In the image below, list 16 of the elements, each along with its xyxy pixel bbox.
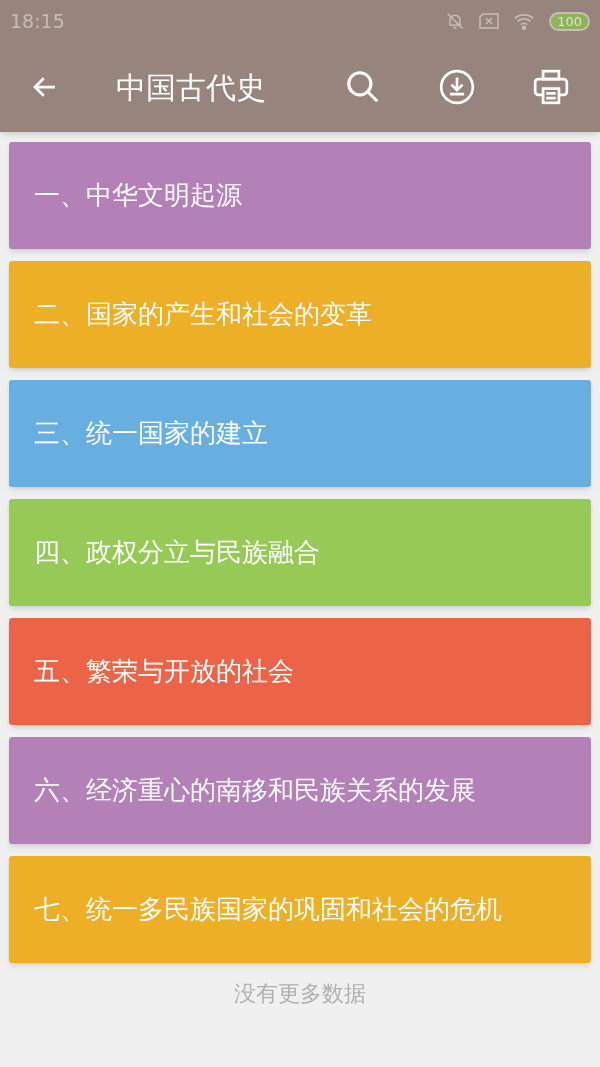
battery-indicator: 100: [549, 11, 590, 31]
chapter-card[interactable]: 二、国家的产生和社会的变革: [9, 261, 591, 368]
chapter-card[interactable]: 七、统一多民族国家的巩固和社会的危机: [9, 856, 591, 963]
no-more-data-text: 没有更多数据: [234, 980, 366, 1008]
chapter-card[interactable]: 五、繁荣与开放的社会: [9, 618, 591, 725]
status-time: 18:15: [10, 8, 65, 34]
chapter-card[interactable]: 四、政权分立与民族融合: [9, 499, 591, 606]
toolbar-title: 中国古代史: [116, 68, 266, 107]
print-button[interactable]: [532, 68, 570, 106]
wifi-icon: [513, 12, 536, 30]
chapter-card[interactable]: 三、统一国家的建立: [9, 380, 591, 487]
chapter-card[interactable]: 六、经济重心的南移和民族关系的发展: [9, 737, 591, 844]
download-button[interactable]: [438, 68, 476, 106]
muted-bell-icon: [445, 11, 466, 31]
sim-card-icon: [479, 13, 500, 29]
chapter-card[interactable]: 一、中华文明起源: [9, 142, 591, 249]
